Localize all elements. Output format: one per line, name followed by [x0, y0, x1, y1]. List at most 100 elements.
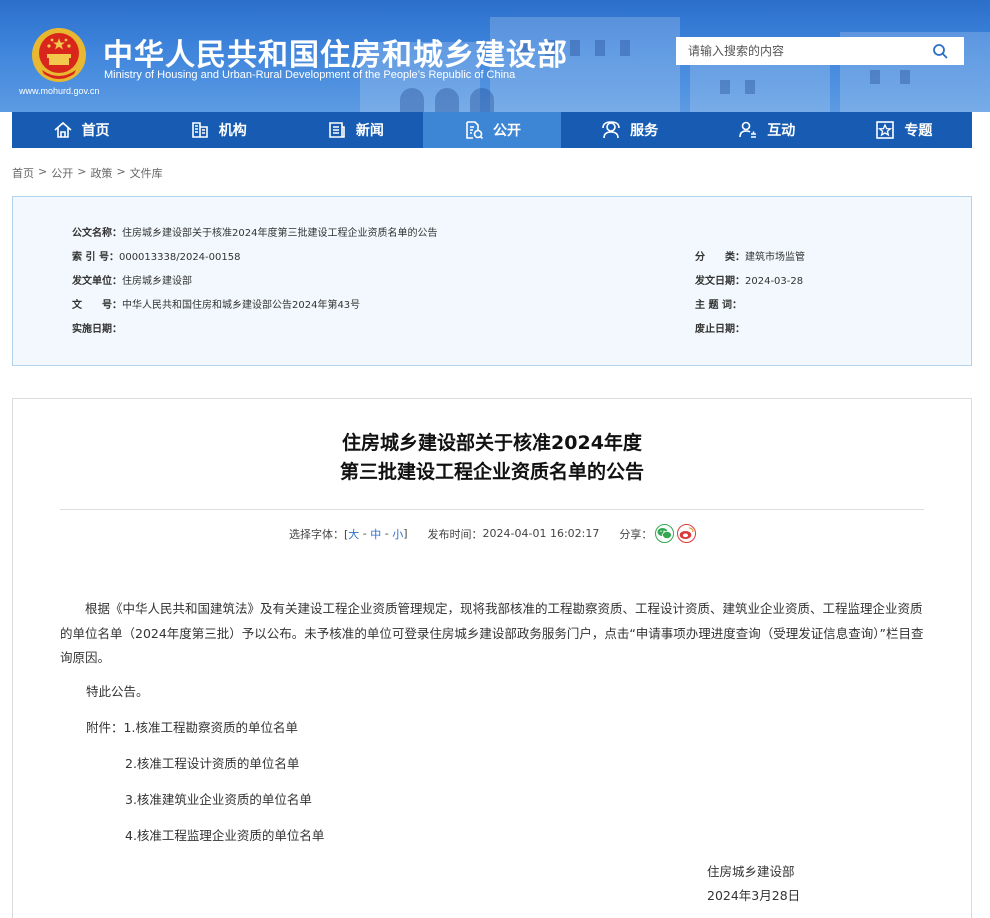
nav-item-public[interactable]: 公开 [423, 112, 561, 148]
sign-date: 2024年3月28日 [707, 888, 801, 903]
meta-subject: 主 题 词： [695, 296, 742, 311]
meta-category: 分 类：建筑市场监管 [695, 248, 805, 263]
meta-label: 发文单位： [72, 276, 122, 287]
nav-item-label: 新闻 [355, 123, 384, 139]
breadcrumb-library[interactable]: 文件库 [130, 165, 163, 181]
nav-item-home[interactable]: 首页 [12, 112, 149, 148]
background-arch [400, 88, 424, 112]
meta-label: 索 引 号： [72, 252, 119, 263]
meta-label: 公文名称： [72, 228, 122, 239]
article-title-line: 住房城乡建设部关于核准2024年度 [342, 432, 642, 454]
attachment-row: 附件：1.核准工程勘察资质的单位名单 [86, 717, 298, 736]
attachment-link[interactable]: 3.核准建筑业企业资质的单位名单 [125, 792, 312, 807]
title-divider [60, 509, 924, 510]
service-icon [602, 121, 620, 139]
attachment-link[interactable]: 4.核准工程监理企业资质的单位名单 [125, 828, 324, 843]
publish-time-label: 发布时间： [427, 527, 483, 541]
nav-item-label: 专题 [904, 123, 933, 139]
search-input[interactable] [676, 37, 916, 65]
document-icon [466, 121, 484, 140]
nav-item-interaction[interactable]: 互动 [698, 112, 835, 148]
share-wechat-button[interactable] [655, 524, 675, 543]
meta-doc-number: 文 号：中华人民共和国住房和城乡建设部公告2024年第43号 [72, 296, 360, 311]
background-window [745, 80, 755, 94]
meta-expire-date: 废止日期： [695, 320, 745, 335]
font-separator: - [359, 527, 371, 540]
signer: 住房城乡建设部 [707, 864, 795, 879]
font-small-button[interactable]: 小 [392, 526, 403, 542]
meta-label: 主 题 词： [695, 300, 742, 311]
meta-value: 中华人民共和国住房和城乡建设部公告2024年第43号 [122, 300, 361, 311]
notice-text: 特此公告。 [86, 684, 149, 699]
nav-item-label: 公开 [492, 123, 521, 139]
meta-value: 2024-03-28 [745, 276, 804, 287]
meta-label: 发文日期： [695, 276, 745, 287]
meta-value: 建筑市场监管 [745, 252, 805, 263]
site-header: 中华人民共和国住房和城乡建设部 Ministry of Housing and … [0, 0, 990, 112]
font-size-label: 选择字体：[ [289, 527, 349, 541]
nav-item-news[interactable]: 新闻 [286, 112, 423, 148]
nav-item-label: 服务 [630, 123, 659, 139]
breadcrumb-separator: > [38, 165, 48, 178]
meta-value: 住房城乡建设部 [122, 276, 192, 287]
search-button[interactable] [916, 37, 964, 65]
breadcrumb-home[interactable]: 首页 [12, 165, 34, 181]
meta-effective-date: 实施日期： [72, 320, 122, 335]
meta-doc-name: 公文名称：住房城乡建设部关于核准2024年度第三批建设工程企业资质名单的公告 [72, 224, 437, 239]
article-title: 住房城乡建设部关于核准2024年度 第三批建设工程企业资质名单的公告 [13, 429, 971, 487]
national-emblem-icon [32, 28, 86, 82]
attachment-row: 2.核准工程设计资质的单位名单 [125, 753, 299, 772]
main-nav: 首页 机构 新闻 公开 服务 互动 专题 [12, 112, 972, 148]
site-url: www.mohurd.gov.cn [19, 86, 100, 96]
background-arch [435, 88, 459, 112]
article-body: 根据《中华人民共和国建筑法》及有关建设工程企业资质管理规定，现将我部核准的工程勘… [60, 597, 928, 671]
background-arch [470, 88, 494, 112]
font-large-button[interactable]: 大 [348, 526, 359, 542]
meta-index: 索 引 号：000013338/2024-00158 [72, 248, 240, 263]
attachment-row: 3.核准建筑业企业资质的单位名单 [125, 789, 312, 808]
breadcrumb-separator: > [77, 165, 87, 178]
share-weibo-button[interactable] [677, 524, 697, 543]
topic-icon [876, 121, 895, 139]
attachment-link[interactable]: 1.核准工程勘察资质的单位名单 [124, 720, 298, 735]
nav-item-label: 首页 [81, 123, 110, 139]
building-icon [191, 122, 208, 138]
search-box [676, 37, 964, 65]
meta-label: 废止日期： [695, 324, 745, 335]
background-window [870, 70, 880, 84]
home-icon [54, 121, 72, 138]
nav-item-organization[interactable]: 机构 [149, 112, 286, 148]
article-paragraph: 根据《中华人民共和国建筑法》及有关建设工程企业资质管理规定，现将我部核准的工程勘… [60, 601, 924, 665]
wechat-icon [657, 528, 673, 539]
article-title-line: 第三批建设工程企业资质名单的公告 [339, 461, 644, 483]
background-window [595, 40, 605, 56]
font-medium-button[interactable]: 中 [370, 526, 381, 542]
meta-label: 实施日期： [72, 324, 122, 335]
article-panel: 住房城乡建设部关于核准2024年度 第三批建设工程企业资质名单的公告 选择字体：… [12, 398, 972, 918]
font-size-bracket: ] [403, 527, 408, 540]
nav-item-topic[interactable]: 专题 [835, 112, 972, 148]
breadcrumb: 首页 > 公开 > 政策 > 文件库 [12, 165, 163, 181]
nav-item-service[interactable]: 服务 [561, 112, 698, 148]
publish-time: 2024-04-01 16:02:17 [482, 527, 600, 540]
meta-issue-date: 发文日期：2024-03-28 [695, 272, 803, 287]
news-icon [329, 122, 345, 138]
attachments-label: 附件： [86, 720, 124, 735]
background-window [620, 40, 630, 56]
search-icon [933, 44, 948, 59]
background-window [900, 70, 910, 84]
site-title-english: Ministry of Housing and Urban-Rural Deve… [104, 69, 516, 81]
nav-item-label: 互动 [767, 123, 796, 139]
nav-item-label: 机构 [218, 123, 247, 139]
breadcrumb-public[interactable]: 公开 [51, 165, 73, 181]
document-meta-box: 公文名称：住房城乡建设部关于核准2024年度第三批建设工程企业资质名单的公告 索… [12, 196, 972, 366]
breadcrumb-separator: > [116, 165, 126, 178]
font-separator: - [381, 527, 393, 540]
attachment-link[interactable]: 2.核准工程设计资质的单位名单 [125, 756, 299, 771]
breadcrumb-policy[interactable]: 政策 [90, 165, 112, 181]
background-window [720, 80, 730, 94]
site-title: 中华人民共和国住房和城乡建设部 [103, 38, 568, 73]
weibo-icon [680, 527, 694, 539]
article-toolbar: 选择字体：[ 大 - 中 - 小 ] 发布时间： 2024-04-01 16:0… [289, 524, 697, 543]
background-window [570, 40, 580, 56]
